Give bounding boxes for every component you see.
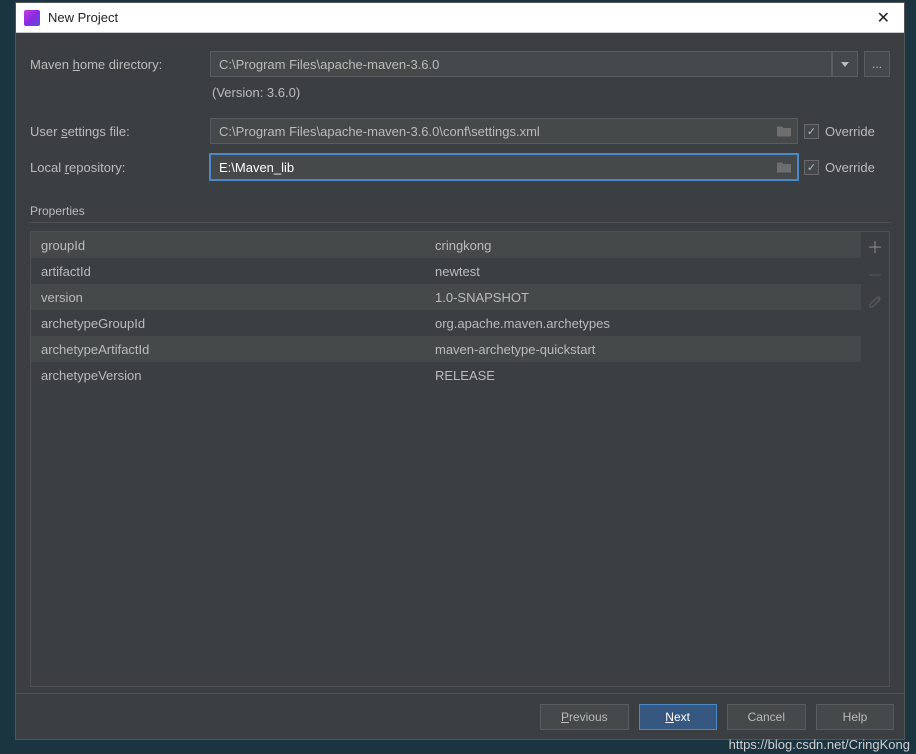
local-repo-input[interactable] bbox=[210, 154, 798, 180]
property-value: org.apache.maven.archetypes bbox=[431, 316, 861, 331]
property-key: archetypeVersion bbox=[31, 368, 431, 383]
edit-property-button[interactable] bbox=[865, 292, 885, 312]
local-repo-label: Local repository: bbox=[30, 160, 210, 175]
next-button[interactable]: NextNext bbox=[639, 704, 717, 730]
divider bbox=[30, 222, 890, 223]
property-value: newtest bbox=[431, 264, 861, 279]
property-value: cringkong bbox=[431, 238, 861, 253]
user-settings-label: User settings file: bbox=[30, 124, 210, 139]
table-row[interactable]: archetypeGroupIdorg.apache.maven.archety… bbox=[31, 310, 861, 336]
maven-version-text: (Version: 3.6.0) bbox=[30, 85, 890, 100]
property-key: artifactId bbox=[31, 264, 431, 279]
app-icon bbox=[24, 10, 40, 26]
add-property-button[interactable]: ＋ bbox=[865, 236, 885, 256]
property-value: RELEASE bbox=[431, 368, 861, 383]
table-row[interactable]: version1.0-SNAPSHOT bbox=[31, 284, 861, 310]
table-row[interactable]: archetypeVersionRELEASE bbox=[31, 362, 861, 388]
table-row[interactable]: groupIdcringkong bbox=[31, 232, 861, 258]
property-value: maven-archetype-quickstart bbox=[431, 342, 861, 357]
remove-property-button[interactable]: － bbox=[865, 264, 885, 284]
dialog-buttons: PPreviousrevious NextNext Cancel Help bbox=[16, 693, 904, 739]
table-row[interactable]: artifactIdnewtest bbox=[31, 258, 861, 284]
override-label: Override bbox=[825, 160, 875, 175]
titlebar[interactable]: New Project ✕ bbox=[16, 3, 904, 33]
maven-home-browse-button[interactable]: ... bbox=[864, 51, 890, 77]
properties-table: groupIdcringkongartifactIdnewtestversion… bbox=[30, 231, 890, 687]
close-icon[interactable]: ✕ bbox=[871, 6, 896, 30]
new-project-dialog: New Project ✕ Maven home directory: ... … bbox=[15, 2, 905, 740]
property-key: groupId bbox=[31, 238, 431, 253]
override-label: Override bbox=[825, 124, 875, 139]
window-title: New Project bbox=[48, 10, 871, 25]
override-repo-checkbox[interactable]: ✓ Override bbox=[804, 160, 890, 175]
table-toolbar: ＋ － bbox=[861, 232, 889, 686]
property-key: version bbox=[31, 290, 431, 305]
user-settings-input[interactable] bbox=[210, 118, 798, 144]
property-key: archetypeArtifactId bbox=[31, 342, 431, 357]
help-button[interactable]: Help bbox=[816, 704, 894, 730]
previous-button[interactable]: PPreviousrevious bbox=[540, 704, 629, 730]
property-key: archetypeGroupId bbox=[31, 316, 431, 331]
folder-icon[interactable] bbox=[776, 125, 792, 138]
maven-home-combo[interactable] bbox=[210, 51, 832, 77]
folder-icon[interactable] bbox=[776, 161, 792, 174]
override-settings-checkbox[interactable]: ✓ Override bbox=[804, 124, 890, 139]
property-value: 1.0-SNAPSHOT bbox=[431, 290, 861, 305]
maven-home-dropdown-icon[interactable] bbox=[832, 51, 858, 77]
cancel-button[interactable]: Cancel bbox=[727, 704, 806, 730]
table-row[interactable]: archetypeArtifactIdmaven-archetype-quick… bbox=[31, 336, 861, 362]
properties-section-title: Properties bbox=[30, 204, 890, 218]
maven-home-label: Maven home directory: bbox=[30, 57, 210, 72]
